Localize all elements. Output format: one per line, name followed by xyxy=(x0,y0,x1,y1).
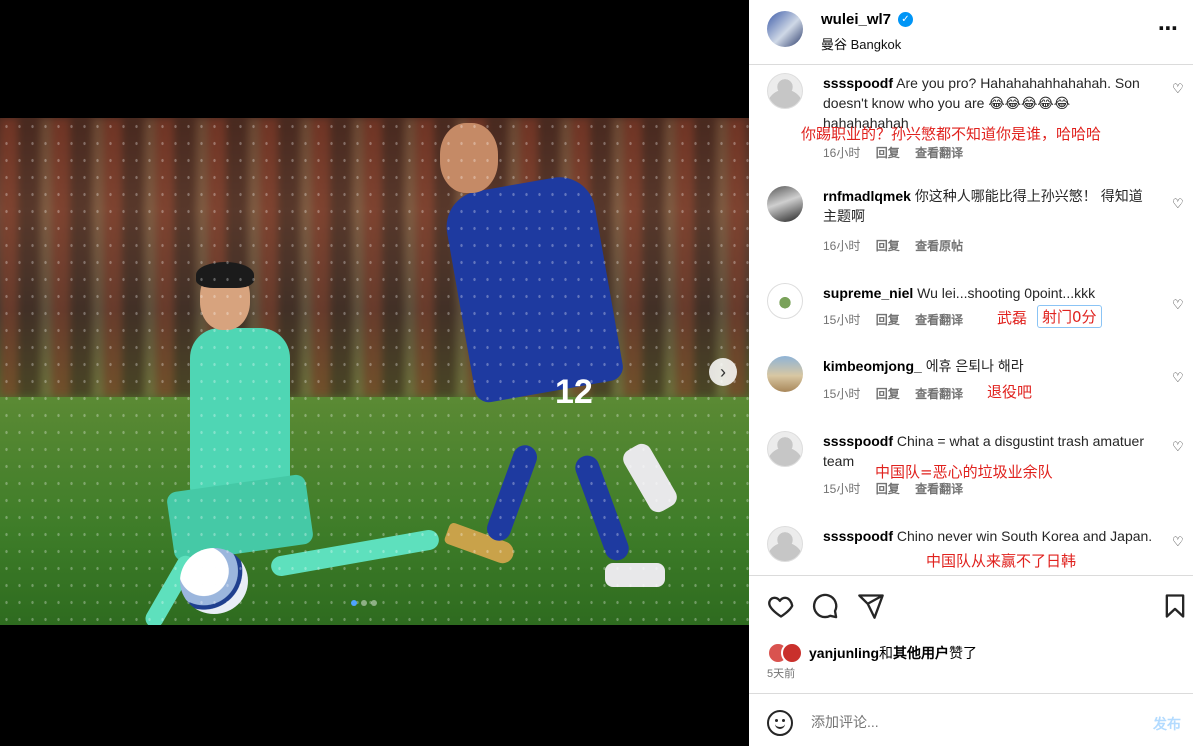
post-photo[interactable]: 12 xyxy=(0,118,749,625)
reply-button[interactable]: 回复 xyxy=(876,239,900,253)
liker-username[interactable]: yanjunling xyxy=(809,645,879,661)
likes-summary: yanjunling和其他用户赞了 xyxy=(767,640,977,666)
carousel-dots xyxy=(351,600,377,606)
commenter-avatar[interactable] xyxy=(767,526,803,562)
likes-joiner: 和 xyxy=(879,645,893,661)
commenter-avatar[interactable] xyxy=(767,431,803,467)
reply-button[interactable]: 回复 xyxy=(876,482,900,496)
comment-item: rnfmadlqmek 你这种人哪能比得上孙兴慜！ 得知道主题啊 16小时 回复… xyxy=(749,180,1193,260)
like-comment-icon[interactable]: ♡ xyxy=(1172,196,1184,212)
comment-input[interactable] xyxy=(811,706,1121,738)
commenter-avatar[interactable] xyxy=(767,73,803,109)
bookmark-icon[interactable] xyxy=(1161,592,1189,620)
like-comment-icon[interactable]: ♡ xyxy=(1172,534,1184,550)
reply-button[interactable]: 回复 xyxy=(876,387,900,401)
carousel-dot xyxy=(351,600,357,606)
comment-body: supreme_niel Wu lei...shooting 0point...… xyxy=(823,283,1153,303)
post-header: wulei_wl7 ✓ 曼谷 Bangkok ⋯ xyxy=(749,0,1193,64)
likes-suffix: 赞了 xyxy=(949,645,977,661)
rain-overlay xyxy=(0,118,749,625)
comment-meta: 15小时 回复 查看翻译 xyxy=(823,480,975,497)
translation-annotation: 中国队从来赢不了日韩 xyxy=(926,552,1077,570)
translation-annotation: 退役吧 xyxy=(987,383,1033,401)
see-translation-button[interactable]: 查看翻译 xyxy=(915,482,963,496)
comment-meta: 16小时 回复 查看原帖 xyxy=(823,237,975,254)
other-likers-link[interactable]: 其他用户 xyxy=(893,645,949,661)
emoji-icon[interactable] xyxy=(767,710,793,736)
comment-body: kimbeomjong_ 에휴 은퇴나 해라 xyxy=(823,356,1153,376)
comment-text: Chino never win South Korea and Japan. xyxy=(896,528,1153,544)
comment-username[interactable]: supreme_niel xyxy=(823,285,913,301)
comment-icon[interactable] xyxy=(811,592,839,620)
author-avatar[interactable] xyxy=(767,11,803,47)
comment-item: supreme_niel Wu lei...shooting 0point...… xyxy=(749,277,1193,347)
post-actions-bar xyxy=(749,576,1193,636)
commenter-avatar[interactable] xyxy=(767,186,803,222)
comment-body: rnfmadlqmek 你这种人哪能比得上孙兴慜！ 得知道主题啊 xyxy=(823,186,1153,226)
comment-text: Wu lei...shooting 0point...kkk xyxy=(917,285,1096,301)
carousel-next-button[interactable]: › xyxy=(709,358,737,386)
liker-avatar[interactable] xyxy=(781,642,803,664)
post-location[interactable]: 曼谷 Bangkok xyxy=(821,34,901,53)
comment-text: 에휴 은퇴나 해라 xyxy=(925,358,1024,374)
commenter-avatar[interactable] xyxy=(767,283,803,319)
like-comment-icon[interactable]: ♡ xyxy=(1172,81,1184,97)
see-translation-button[interactable]: 查看翻译 xyxy=(915,313,963,327)
like-comment-icon[interactable]: ♡ xyxy=(1172,439,1184,455)
comment-meta: 15小时 回复 查看翻译 xyxy=(823,385,975,402)
carousel-dot xyxy=(371,600,377,606)
chevron-right-icon: › xyxy=(720,361,726,382)
more-options-icon[interactable]: ⋯ xyxy=(1158,16,1179,41)
comment-item: sssspoodf Are you pro? Hahahahahhahahah.… xyxy=(749,67,1193,163)
comment-item: kimbeomjong_ 에휴 은퇴나 해라 15小时 回复 查看翻译 退役吧 … xyxy=(749,350,1193,420)
comment-meta: 16小时 回复 查看翻译 xyxy=(823,144,975,161)
post-date: 5天前 xyxy=(767,668,796,680)
commenter-avatar[interactable] xyxy=(767,356,803,392)
see-translation-button[interactable]: 查看翻译 xyxy=(915,146,963,160)
see-translation-button[interactable]: 查看翻译 xyxy=(915,387,963,401)
carousel-dot xyxy=(361,600,367,606)
comment-username[interactable]: rnfmadlqmek xyxy=(823,188,911,204)
translation-annotation: 你踢职业的？孙兴慜都不知道你是谁，哈哈哈 xyxy=(801,125,1102,143)
translation-annotation: 武磊 xyxy=(997,309,1028,327)
translation-annotation: 中国队=恶心的垃圾业余队 xyxy=(875,463,1053,481)
comment-body: sssspoodf Chino never win South Korea an… xyxy=(823,526,1153,546)
see-original-button[interactable]: 查看原帖 xyxy=(915,239,963,253)
like-comment-icon[interactable]: ♡ xyxy=(1172,370,1184,386)
comment-username[interactable]: kimbeomjong_ xyxy=(823,358,922,374)
post-comment-button[interactable]: 发布 xyxy=(1153,714,1181,734)
comment-item: sssspoodf Chino never win South Korea an… xyxy=(749,520,1193,575)
add-comment-bar: 发布 xyxy=(749,694,1193,746)
share-icon[interactable] xyxy=(857,592,885,620)
heart-icon[interactable] xyxy=(767,592,795,620)
verified-badge-icon: ✓ xyxy=(898,12,913,27)
comment-username[interactable]: sssspoodf xyxy=(823,528,893,544)
comments-list[interactable]: sssspoodf Are you pro? Hahahahahhahahah.… xyxy=(749,65,1193,575)
like-comment-icon[interactable]: ♡ xyxy=(1172,297,1184,313)
comment-time: 16小时 xyxy=(823,146,861,160)
comment-meta: 15小时 回复 查看翻译 xyxy=(823,311,975,328)
post-media: 12 › xyxy=(0,0,749,746)
translation-annotation: 射门0分 xyxy=(1037,305,1102,328)
comment-username[interactable]: sssspoodf xyxy=(823,75,893,91)
comment-time: 15小时 xyxy=(823,313,861,327)
comment-time: 15小时 xyxy=(823,482,861,496)
reply-button[interactable]: 回复 xyxy=(876,313,900,327)
author-username[interactable]: wulei_wl7 xyxy=(821,11,891,28)
comment-item: sssspoodf China = what a disgustint tras… xyxy=(749,425,1193,505)
comment-username[interactable]: sssspoodf xyxy=(823,433,893,449)
comment-time: 16小时 xyxy=(823,239,861,253)
reply-button[interactable]: 回复 xyxy=(876,146,900,160)
comment-time: 15小时 xyxy=(823,387,861,401)
post-side-panel: wulei_wl7 ✓ 曼谷 Bangkok ⋯ sssspoodf Are y… xyxy=(749,0,1193,746)
